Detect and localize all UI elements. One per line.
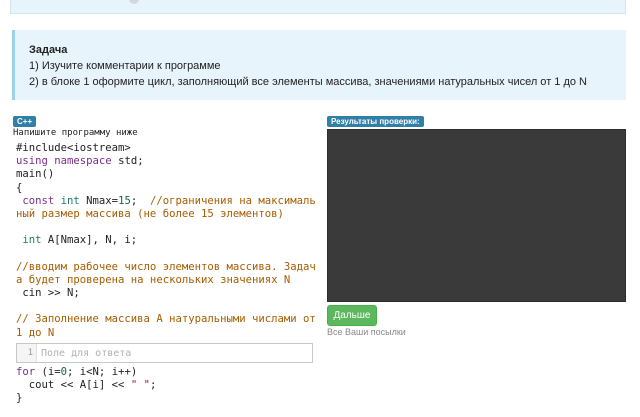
results-badge: Результаты проверки: bbox=[327, 116, 424, 127]
code-token: //ограничения на максималь bbox=[149, 194, 316, 207]
code-token: // Заполнение массива А натуральными чис… bbox=[16, 313, 316, 326]
code-line: int A[Nmax], N, i; bbox=[16, 234, 316, 247]
code-token: int bbox=[60, 194, 87, 207]
code-line: } bbox=[16, 392, 316, 405]
code-line: { bbox=[16, 182, 316, 195]
code-token: cin >> N; bbox=[16, 287, 80, 300]
code-token: ; bbox=[130, 194, 150, 207]
code-token: ный размер массива (не более 15 элементо… bbox=[16, 207, 284, 220]
code-token: #include<iostream> bbox=[16, 142, 131, 154]
next-button[interactable]: Дальше bbox=[327, 305, 377, 326]
code-token: ; bbox=[149, 379, 157, 392]
code-line: 1 до N bbox=[16, 327, 316, 340]
code-token: { bbox=[16, 181, 23, 194]
code-token: } bbox=[16, 392, 23, 405]
results-panel bbox=[327, 129, 626, 302]
code-token: main() bbox=[16, 168, 55, 181]
task-description: Задача 1) Изучите комментарии к программ… bbox=[12, 30, 626, 100]
code-line: using namespace std; bbox=[16, 155, 316, 168]
answer-editor[interactable]: 1 bbox=[16, 343, 313, 363]
answer-input[interactable] bbox=[37, 345, 312, 361]
code-line: cin >> N; bbox=[16, 287, 316, 300]
code-line: #include<iostream> bbox=[16, 142, 316, 155]
code-token: const bbox=[16, 194, 61, 207]
code-token: using namespace bbox=[16, 155, 119, 168]
code-line: for (i=0; i<N; i++) bbox=[16, 366, 316, 379]
task-line-2: 2) в блоке 1 оформите цикл, заполняющий … bbox=[29, 76, 587, 88]
banner-icon bbox=[129, 0, 139, 4]
code-line: ный размер массива (не более 15 элементо… bbox=[16, 208, 316, 221]
code-line: а будет проверена на нескольких значения… bbox=[16, 274, 316, 287]
code-token: for bbox=[16, 366, 42, 378]
code-token: int bbox=[16, 234, 48, 247]
code-token: ; i<N; i++) bbox=[67, 366, 138, 378]
line-number: 1 bbox=[17, 344, 37, 362]
code-token: cout << A[i] << bbox=[16, 379, 131, 392]
code-line: cout << A[i] << " "; bbox=[16, 379, 316, 392]
language-badge: C++ bbox=[13, 116, 37, 127]
all-submissions-link[interactable]: Все Ваши посылки bbox=[327, 327, 406, 337]
code-line: // Заполнение массива А натуральными чис… bbox=[16, 313, 316, 326]
code-line: const int Nmax=15; //ограничения на макс… bbox=[16, 195, 316, 208]
task-line-1: 1) Изучите комментарии к программе bbox=[29, 60, 221, 72]
code-token: //вводим рабочее число элементов массива… bbox=[16, 260, 316, 273]
task-title: Задача bbox=[29, 44, 68, 56]
code-listing-after: for (i=0; i<N; i++) cout << A[i] << " ";… bbox=[16, 366, 316, 406]
editor-prompt: Напишите программу ниже bbox=[13, 128, 138, 138]
code-line: //вводим рабочее число элементов массива… bbox=[16, 261, 316, 274]
top-banner bbox=[10, 0, 626, 14]
code-token: Nmax= bbox=[86, 194, 119, 207]
code-token: A[Nmax], N, i; bbox=[47, 234, 138, 247]
code-token: std; bbox=[118, 155, 144, 168]
code-listing: #include<iostream> using namespace std; ma… bbox=[16, 142, 316, 340]
code-line: main() bbox=[16, 168, 316, 181]
code-token: 1 до N bbox=[16, 326, 55, 339]
code-token: (i= bbox=[41, 366, 61, 378]
code-token: а будет проверена на нескольких значения… bbox=[16, 273, 291, 286]
code-token: 15 bbox=[118, 194, 131, 207]
code-token: " " bbox=[130, 379, 150, 392]
